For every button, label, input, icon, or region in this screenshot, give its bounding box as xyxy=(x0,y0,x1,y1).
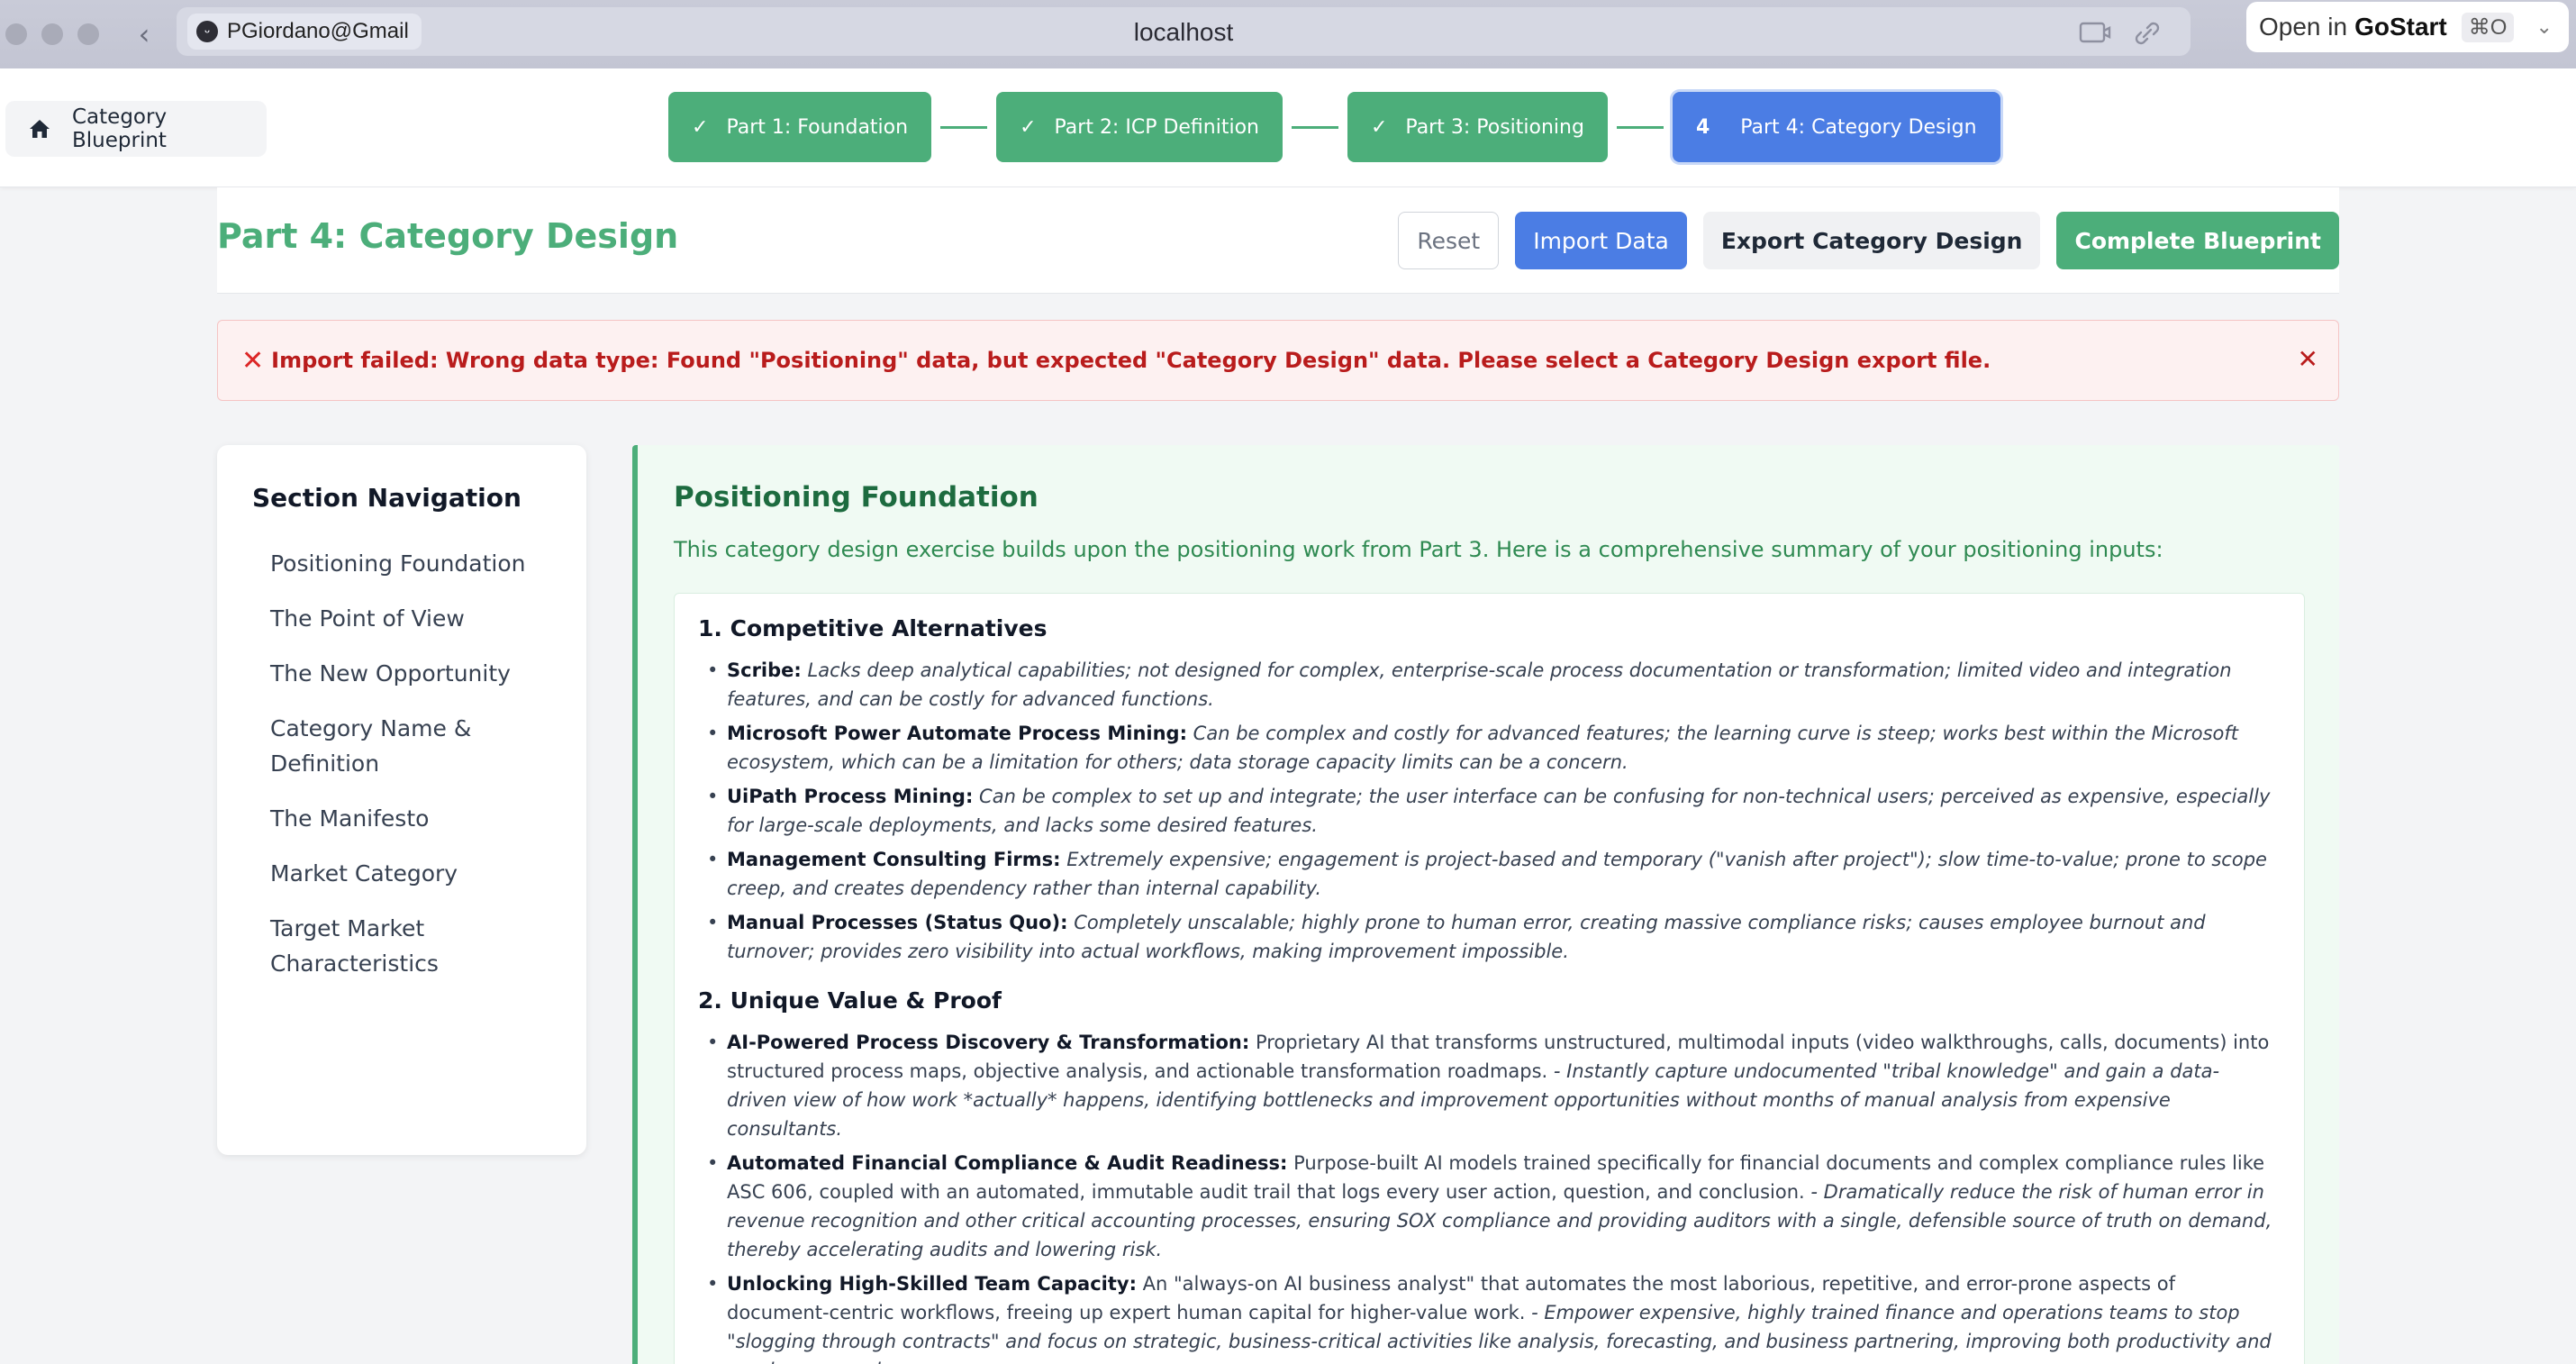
zoom-window-button[interactable] xyxy=(77,23,99,45)
positioning-foundation-section: Positioning Foundation This category des… xyxy=(632,445,2339,1364)
page-title: Part 4: Category Design xyxy=(217,216,679,256)
item-name: Unlocking High-Skilled Team Capacity: xyxy=(727,1273,1137,1295)
sidebar-item-target-market[interactable]: Target Market Characteristics xyxy=(252,901,549,991)
sidebar-item-positioning-foundation[interactable]: Positioning Foundation xyxy=(252,536,549,591)
section-title: Positioning Foundation xyxy=(674,481,1039,514)
list-item: Management Consulting Firms: Extremely e… xyxy=(698,845,2279,903)
list-item: AI-Powered Process Discovery & Transform… xyxy=(698,1028,2279,1143)
home-icon xyxy=(29,119,50,139)
step-connector xyxy=(1291,125,1338,129)
summary-heading: 2. Unique Value & Proof xyxy=(698,987,1002,1014)
unique-value-list: AI-Powered Process Discovery & Transform… xyxy=(698,1028,2279,1364)
check-icon: ✓ xyxy=(692,115,709,139)
check-icon: ✓ xyxy=(1370,115,1388,139)
sidebar-item-market-category[interactable]: Market Category xyxy=(252,846,549,901)
list-item: Scribe: Lacks deep analytical capabiliti… xyxy=(698,656,2279,714)
item-name: AI-Powered Process Discovery & Transform… xyxy=(727,1032,1250,1053)
close-window-button[interactable] xyxy=(5,23,27,45)
list-item: Manual Processes (Status Quo): Completel… xyxy=(698,908,2279,966)
address-bar[interactable]: ᵕ PGiordano@Gmail localhost xyxy=(177,7,2191,56)
import-data-button[interactable]: Import Data xyxy=(1515,212,1687,269)
home-label: Category Blueprint xyxy=(72,105,168,152)
step-part-3[interactable]: ✓ Part 3: Positioning xyxy=(1347,92,1608,162)
sidebar-item-category-name[interactable]: Category Name & Definition xyxy=(252,701,549,791)
link-icon[interactable] xyxy=(2129,20,2165,47)
chevron-down-icon[interactable]: ⌄ xyxy=(2535,15,2552,39)
page-header: Part 4: Category Design Reset Import Dat… xyxy=(217,187,2339,294)
open-in-shortcut: ⌘O xyxy=(2461,12,2515,42)
step-connector xyxy=(1616,125,1664,129)
progress-stepper: ✓ Part 1: Foundation ✓ Part 2: ICP Defin… xyxy=(668,92,2000,162)
step-part-2[interactable]: ✓ Part 2: ICP Definition xyxy=(996,92,1283,162)
item-detail: Lacks deep analytical capabilities; not … xyxy=(727,659,2232,710)
sidebar-item-manifesto[interactable]: The Manifesto xyxy=(252,791,549,846)
list-item: Microsoft Power Automate Process Mining:… xyxy=(698,719,2279,777)
page-actions: Reset Import Data Export Category Design… xyxy=(1398,212,2339,269)
competitive-alternatives-list: Scribe: Lacks deep analytical capabiliti… xyxy=(698,656,2279,966)
step-label: Part 3: Positioning xyxy=(1405,115,1584,139)
open-in-app-name: GoStart xyxy=(2354,13,2447,41)
list-item: Unlocking High-Skilled Team Capacity: An… xyxy=(698,1269,2279,1364)
complete-blueprint-button[interactable]: Complete Blueprint xyxy=(2056,212,2339,269)
list-item: UiPath Process Mining: Can be complex to… xyxy=(698,782,2279,840)
item-name: Manual Processes (Status Quo): xyxy=(727,912,1068,933)
home-button[interactable]: Category Blueprint xyxy=(5,101,267,157)
step-connector xyxy=(940,125,988,129)
open-in-prefix: Open in xyxy=(2259,13,2348,41)
step-number: 4 xyxy=(1695,115,1710,139)
url-text: localhost xyxy=(1133,18,1234,46)
error-icon: ✕ xyxy=(241,344,265,377)
import-error-banner: ✕ Import failed: Wrong data type: Found … xyxy=(217,320,2339,401)
sidebar-title: Section Navigation xyxy=(252,483,522,513)
check-icon: ✓ xyxy=(1020,115,1037,139)
step-label: Part 1: Foundation xyxy=(726,115,909,139)
step-part-4[interactable]: 4 Part 4: Category Design xyxy=(1672,92,2000,162)
section-intro: This category design exercise builds upo… xyxy=(674,537,2163,562)
step-label: Part 4: Category Design xyxy=(1740,115,1977,139)
item-name: Scribe: xyxy=(727,659,802,681)
item-name: Management Consulting Firms: xyxy=(727,849,1061,870)
cast-icon[interactable] xyxy=(2077,20,2113,47)
minimize-window-button[interactable] xyxy=(41,23,63,45)
error-message: Import failed: Wrong data type: Found "P… xyxy=(271,348,1991,373)
sidebar-item-new-opportunity[interactable]: The New Opportunity xyxy=(252,646,549,701)
section-navigation: Section Navigation Positioning Foundatio… xyxy=(217,445,586,1155)
close-icon[interactable]: ✕ xyxy=(2298,344,2318,374)
step-part-1[interactable]: ✓ Part 1: Foundation xyxy=(668,92,932,162)
window-controls xyxy=(5,23,99,45)
reset-button[interactable]: Reset xyxy=(1398,212,1500,269)
open-in-app-button[interactable]: Open in GoStart ⌘O ⌄ xyxy=(2246,2,2569,52)
export-category-design-button[interactable]: Export Category Design xyxy=(1702,212,2041,269)
step-label: Part 2: ICP Definition xyxy=(1054,115,1259,139)
summary-heading: 1. Competitive Alternatives xyxy=(698,615,1048,641)
sidebar-item-point-of-view[interactable]: The Point of View xyxy=(252,591,549,646)
positioning-summary: 1. Competitive Alternatives Scribe: Lack… xyxy=(674,593,2305,1364)
browser-toolbar: ‹ ᵕ PGiordano@Gmail localhost Open in Go… xyxy=(0,0,2576,68)
app-header: Category Blueprint ✓ Part 1: Foundation … xyxy=(0,68,2576,187)
back-arrow-icon[interactable]: ‹ xyxy=(126,17,162,51)
item-name: Microsoft Power Automate Process Mining: xyxy=(727,723,1187,744)
item-name: Automated Financial Compliance & Audit R… xyxy=(727,1152,1288,1174)
list-item: Automated Financial Compliance & Audit R… xyxy=(698,1149,2279,1264)
item-name: UiPath Process Mining: xyxy=(727,786,974,807)
